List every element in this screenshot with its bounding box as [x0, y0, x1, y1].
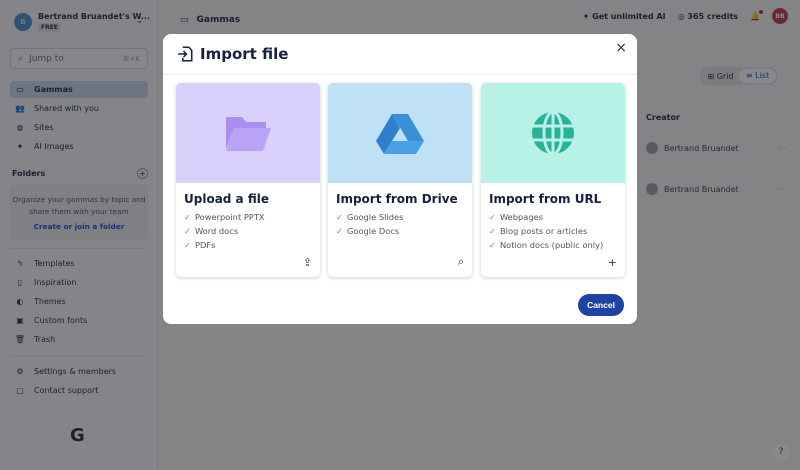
feature-text: Webpages — [499, 212, 544, 222]
feature-text: Blog posts or articles — [499, 226, 588, 236]
close-icon[interactable]: × — [615, 40, 627, 56]
feature-item: ✓ Powerpoint PPTX — [184, 210, 320, 224]
feature-text: Word docs — [194, 226, 239, 236]
check-icon: ✓ — [489, 240, 496, 250]
feature-text: Google Slides — [346, 212, 404, 222]
divider — [163, 74, 637, 75]
drive-icon — [376, 114, 424, 154]
dialog-title: Import file — [200, 45, 289, 63]
feature-item: ✓ Google Slides — [336, 210, 472, 224]
card-illustration — [176, 83, 320, 183]
cancel-button[interactable]: Cancel — [578, 294, 624, 316]
import-url-card[interactable]: Import from URL ✓ Webpages ✓ Blog posts or… — [481, 83, 625, 277]
search-icon[interactable]: ⌕ — [458, 255, 464, 269]
feature-item: ✓ Webpages — [489, 210, 625, 224]
feature-item: ✓ Google Docs — [336, 224, 472, 238]
card-title: Import from Drive — [336, 192, 458, 206]
feature-text: Powerpoint PPTX — [194, 212, 265, 222]
feature-item: ✓ Notion docs (public only) — [489, 238, 625, 252]
feature-text: Notion docs (public only) — [499, 240, 604, 250]
card-illustration — [481, 83, 625, 183]
check-icon: ✓ — [489, 212, 496, 222]
check-icon: ✓ — [489, 226, 496, 236]
card-title: Upload a file — [184, 192, 269, 206]
feature-item: ✓ Word docs — [184, 224, 320, 238]
import-drive-card[interactable]: Import from Drive ✓ Google Slides ✓ Google… — [328, 83, 472, 277]
upload-file-card[interactable]: Upload a file ✓ Powerpoint PPTX ✓ Word doc… — [176, 83, 320, 277]
import-icon — [178, 46, 193, 62]
card-title: Import from URL — [489, 192, 602, 206]
feature-item: ✓ Blog posts or articles — [489, 224, 625, 238]
check-icon: ✓ — [184, 240, 191, 250]
upload-icon[interactable]: ⇪ — [303, 256, 312, 269]
card-illustration — [328, 83, 472, 183]
check-icon: ✓ — [336, 212, 343, 222]
import-file-dialog: Import file × Upload a file ✓ Powerpoint … — [163, 34, 637, 324]
globe-icon — [532, 110, 574, 156]
check-icon: ✓ — [336, 226, 343, 236]
feature-text: PDFs — [194, 240, 216, 250]
folder-open-icon — [226, 117, 271, 151]
feature-item: ✓ PDFs — [184, 238, 320, 252]
check-icon: ✓ — [184, 226, 191, 236]
check-icon: ✓ — [184, 212, 191, 222]
plus-icon[interactable]: + — [608, 256, 617, 269]
dialog-header: Import file — [176, 45, 288, 63]
feature-text: Google Docs — [346, 226, 400, 236]
